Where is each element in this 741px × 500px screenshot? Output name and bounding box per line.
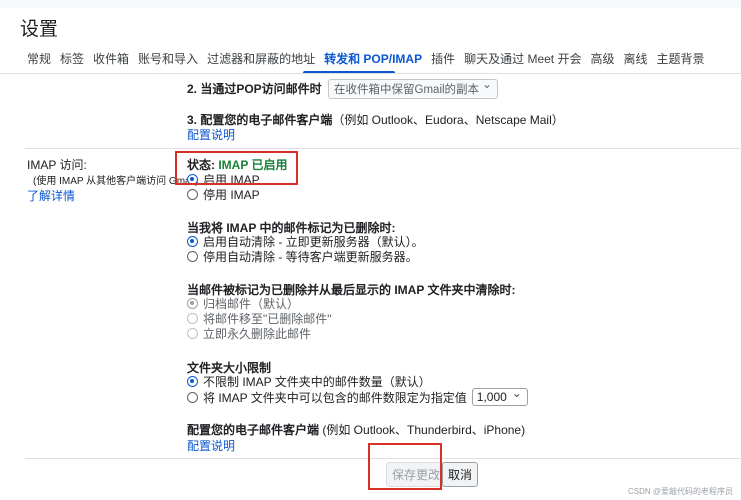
tab-general[interactable]: 常规 <box>27 50 51 67</box>
expunge-delete-radio <box>187 327 198 339</box>
folder-limit-option[interactable]: 将 IMAP 文件夹中可以包含的邮件数限定为指定值 1,000 <box>187 386 528 406</box>
imap-disable-radio[interactable] <box>187 188 198 200</box>
tabs-divider <box>0 73 741 74</box>
section-divider <box>25 148 741 149</box>
imap-heading: IMAP 访问: <box>27 158 87 172</box>
expunge-delete-label: 立即永久删除此邮件 <box>203 326 312 341</box>
tab-accounts-import[interactable]: 账号和导入 <box>138 50 198 67</box>
tab-labels[interactable]: 标签 <box>60 50 84 67</box>
imap-disable-option[interactable]: 停用 IMAP <box>187 187 260 202</box>
annotation-save-box <box>368 443 442 490</box>
auto-expunge-off-option[interactable]: 停用自动清除 - 等待客户端更新服务器。 <box>187 249 418 264</box>
annotation-highlight-box <box>175 151 298 185</box>
tab-themes[interactable]: 主题背景 <box>657 50 705 67</box>
tab-advanced[interactable]: 高级 <box>590 50 614 67</box>
pop-item-3: 3. 配置您的电子邮件客户端（例如 Outlook、Eudora、Netscap… <box>187 111 564 128</box>
expunge-trash-radio <box>187 312 198 324</box>
imap-config-link[interactable]: 配置说明 <box>187 437 235 454</box>
tab-forwarding-pop-imap[interactable]: 转发和 POP/IMAP <box>324 50 422 67</box>
pop-item-2: 2. 当通过POP访问邮件时 在收件箱中保留Gmail的副本 <box>187 77 499 99</box>
pop-action-select[interactable]: 在收件箱中保留Gmail的副本 <box>328 77 499 99</box>
tab-addons[interactable]: 插件 <box>431 50 455 67</box>
imap-disable-label: 停用 IMAP <box>203 187 260 202</box>
tab-chat-meet[interactable]: 聊天及通过 Meet 开会 <box>464 50 581 67</box>
imap-learn-more-link[interactable]: 了解详情 <box>27 187 75 204</box>
folder-unlimited-label: 不限制 IMAP 文件夹中的邮件数量（默认） <box>203 374 431 389</box>
watermark: CSDN @爱敲代码的老程序员 <box>627 487 733 496</box>
imap-client-note: (例如 Outlook、Thunderbird、iPhone) <box>319 423 526 437</box>
auto-expunge-on-option[interactable]: 启用自动清除 - 立即更新服务器（默认）。 <box>187 234 424 249</box>
tab-filters-blocked[interactable]: 过滤器和屏蔽的地址 <box>207 50 315 67</box>
pop-item-3-label: 3. 配置您的电子邮件客户端 <box>187 113 333 127</box>
auto-expunge-on-radio[interactable] <box>187 235 198 247</box>
auto-expunge-off-label: 停用自动清除 - 等待客户端更新服务器。 <box>203 249 418 264</box>
pop-config-link[interactable]: 配置说明 <box>187 126 235 143</box>
imap-client-config: 配置您的电子邮件客户端 (例如 Outlook、Thunderbird、iPho… <box>187 421 525 438</box>
tab-offline[interactable]: 离线 <box>623 50 647 67</box>
imap-subheading: (使用 IMAP 从其他客户端访问 Gmail) <box>33 176 199 187</box>
expunge-archive-radio <box>187 297 198 309</box>
pop-item-3-note: （例如 Outlook、Eudora、Netscape Mail） <box>332 113 564 127</box>
folder-limit-radio[interactable] <box>187 391 198 403</box>
folder-unlimited-radio[interactable] <box>187 375 198 387</box>
page-title: 设置 <box>20 19 59 40</box>
tab-inbox[interactable]: 收件箱 <box>93 50 129 67</box>
folder-unlimited-option[interactable]: 不限制 IMAP 文件夹中的邮件数量（默认） <box>187 374 431 389</box>
top-strip <box>0 0 741 8</box>
folder-limit-select[interactable]: 1,000 <box>471 386 528 406</box>
expunge-delete-option: 立即永久删除此邮件 <box>187 326 312 341</box>
imap-client-title: 配置您的电子邮件客户端 <box>187 423 320 437</box>
cancel-button[interactable]: 取消 <box>442 462 479 487</box>
pop-item-2-label: 2. 当通过POP访问邮件时 <box>187 82 322 96</box>
expunge-archive-option: 归档邮件（默认） <box>187 296 299 311</box>
auto-expunge-off-radio[interactable] <box>187 250 198 262</box>
expunge-trash-option: 将邮件移至"已删除邮件" <box>187 311 332 326</box>
folder-limit-label: 将 IMAP 文件夹中可以包含的邮件数限定为指定值 <box>203 390 467 405</box>
settings-tabs: 常规 标签 收件箱 账号和导入 过滤器和屏蔽的地址 转发和 POP/IMAP 插件 聊天及通过… <box>27 50 714 72</box>
